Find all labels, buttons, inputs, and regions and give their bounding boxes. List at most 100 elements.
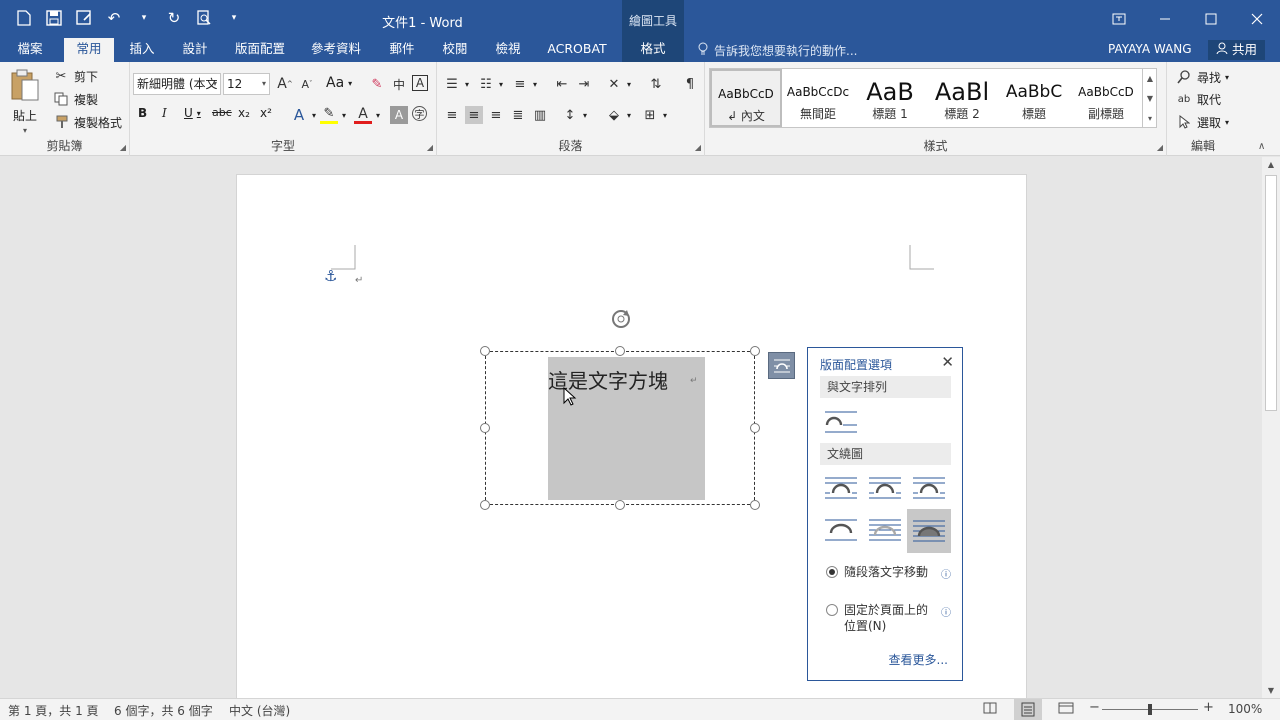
replace-button[interactable]: ab 取代 (1175, 90, 1221, 108)
font-size-combo[interactable]: 12 ▾ (223, 73, 270, 95)
resize-handle[interactable] (480, 423, 490, 433)
tab-layout[interactable]: 版面配置 (230, 38, 290, 62)
bold-button[interactable]: B (138, 106, 147, 120)
increase-indent-icon[interactable]: ⇥ (575, 75, 593, 93)
paste-button[interactable]: 貼上 ▾ (10, 68, 40, 135)
multilevel-list-icon[interactable]: ≡ ▾ (511, 75, 537, 93)
underline-button[interactable]: U ▾ (184, 106, 201, 120)
distributed-icon[interactable]: ▥ (531, 106, 549, 124)
share-button[interactable]: 共用 (1208, 40, 1265, 60)
language[interactable]: 中文 (台灣) (229, 702, 290, 719)
zoom-slider-knob[interactable] (1148, 704, 1152, 715)
character-shading-icon[interactable]: A (390, 106, 408, 124)
subscript-button[interactable]: x₂ (238, 106, 250, 120)
print-layout-icon[interactable] (1014, 699, 1042, 720)
resize-handle[interactable] (750, 423, 760, 433)
word-count[interactable]: 6 個字，共 6 個字 (114, 702, 213, 719)
wrap-behind-text-icon[interactable] (867, 513, 903, 547)
anchor-icon[interactable]: ⚓ (324, 267, 337, 285)
tab-view[interactable]: 檢視 (488, 38, 528, 62)
read-mode-icon[interactable] (983, 702, 997, 717)
font-color-icon[interactable]: A ▾ (354, 106, 380, 124)
clear-formatting-icon[interactable]: ✎ (368, 75, 386, 93)
ribbon-display-icon[interactable] (1096, 0, 1142, 38)
copy-button[interactable]: 複製 (52, 90, 98, 108)
shrink-font-icon[interactable]: Aˇ (298, 75, 316, 93)
change-case-button[interactable]: Aa ▾ (326, 75, 352, 91)
borders-icon[interactable]: ⊞ ▾ (641, 106, 667, 124)
tell-me-box[interactable]: 告訴我您想要執行的動作... (698, 42, 857, 59)
resize-handle[interactable] (750, 346, 760, 356)
resize-handle[interactable] (480, 346, 490, 356)
collapse-ribbon-icon[interactable]: ∧ (1258, 141, 1265, 152)
vertical-scrollbar[interactable]: ▲ ▼ (1262, 157, 1280, 698)
clipboard-launcher-icon[interactable]: ◢ (120, 143, 126, 152)
zoom-in-icon[interactable]: + (1203, 700, 1214, 715)
user-name[interactable]: PAYAYA WANG (1108, 42, 1192, 56)
asian-layout-icon[interactable]: ✕ ▾ (605, 75, 631, 93)
styles-launcher-icon[interactable]: ◢ (1157, 143, 1163, 152)
style-subtitle[interactable]: AaBbCcD 副標題 (1070, 69, 1142, 127)
resize-handle[interactable] (615, 346, 625, 356)
resize-handle[interactable] (750, 500, 760, 510)
zoom-level[interactable]: 100% (1228, 702, 1262, 716)
tab-insert[interactable]: 插入 (122, 38, 162, 62)
sort-icon[interactable]: ⇅ (647, 75, 665, 93)
character-border-icon[interactable]: A (412, 75, 428, 91)
page-count[interactable]: 第 1 頁，共 1 頁 (8, 702, 99, 719)
grow-font-icon[interactable]: A ^ (276, 75, 294, 93)
layout-options-button[interactable] (768, 352, 795, 379)
decrease-indent-icon[interactable]: ⇤ (553, 75, 571, 93)
align-center-icon[interactable]: ≡ (465, 106, 483, 124)
numbering-icon[interactable]: ☷ ▾ (477, 75, 503, 93)
wrap-square-icon[interactable] (823, 471, 859, 505)
scroll-thumb[interactable] (1265, 175, 1277, 411)
highlight-icon[interactable]: ✎ ▾ (320, 106, 346, 124)
resize-handle[interactable] (480, 500, 490, 510)
tab-format[interactable]: 格式 (622, 38, 684, 62)
style-heading-1[interactable]: AaB 標題 1 (854, 69, 926, 127)
select-button[interactable]: 選取 ▾ (1175, 113, 1229, 131)
tab-mailings[interactable]: 郵件 (383, 38, 421, 62)
tab-acrobat[interactable]: ACROBAT (542, 38, 612, 62)
format-painter-button[interactable]: 複製格式 (52, 113, 122, 131)
resize-handle[interactable] (615, 500, 625, 510)
tab-review[interactable]: 校閱 (436, 38, 474, 62)
web-layout-icon[interactable] (1058, 702, 1074, 717)
styles-scroll[interactable]: ▲ ▼ ▾ (1142, 68, 1157, 128)
font-name-combo[interactable]: 新細明體 (本文 ▾ (133, 73, 221, 95)
wrap-in-front-icon[interactable] (907, 509, 951, 553)
paste-dropdown-icon[interactable]: ▾ (23, 126, 27, 135)
tab-design[interactable]: 設計 (175, 38, 215, 62)
zoom-out-icon[interactable]: − (1089, 700, 1100, 715)
scroll-up-icon[interactable]: ▲ (1262, 160, 1280, 169)
fix-position-radio[interactable]: 固定於頁面上的位置(N) (826, 602, 934, 634)
chevron-down-icon[interactable]: ▼ (1147, 94, 1153, 103)
style-heading-2[interactable]: AaBl 標題 2 (926, 69, 998, 127)
wrap-top-bottom-icon[interactable] (823, 513, 859, 547)
scroll-down-icon[interactable]: ▼ (1262, 686, 1280, 695)
info-icon[interactable]: ⓘ (941, 566, 951, 581)
maximize-icon[interactable] (1188, 0, 1234, 38)
show-formatting-icon[interactable]: ¶ (681, 75, 699, 93)
line-spacing-icon[interactable]: ↕ ▾ (561, 106, 587, 124)
close-icon[interactable]: ✕ (941, 353, 954, 371)
style-title[interactable]: AaBbC 標題 (998, 69, 1070, 127)
wrap-inline-icon[interactable] (823, 405, 859, 439)
shading-icon[interactable]: ⬙ ▾ (605, 106, 631, 124)
font-launcher-icon[interactable]: ◢ (427, 143, 433, 152)
tab-home[interactable]: 常用 (64, 38, 114, 62)
rotate-handle-icon[interactable] (609, 307, 633, 331)
bullets-icon[interactable]: ☰ ▾ (443, 75, 469, 93)
cut-button[interactable]: ✂ 剪下 (52, 67, 98, 85)
align-left-icon[interactable]: ≡ (443, 106, 461, 124)
phonetic-guide-icon[interactable]: 中 (390, 75, 408, 93)
wrap-tight-icon[interactable] (867, 471, 903, 505)
wrap-through-icon[interactable] (911, 471, 947, 505)
info-icon[interactable]: ⓘ (941, 604, 951, 619)
text-effects-icon[interactable]: A ▾ (290, 106, 316, 124)
style-normal[interactable]: AaBbCcD ↲ 內文 (710, 69, 782, 127)
paragraph-launcher-icon[interactable]: ◢ (695, 143, 701, 152)
style-no-spacing[interactable]: AaBbCcDc 無間距 (782, 69, 854, 127)
close-icon[interactable] (1234, 0, 1280, 38)
